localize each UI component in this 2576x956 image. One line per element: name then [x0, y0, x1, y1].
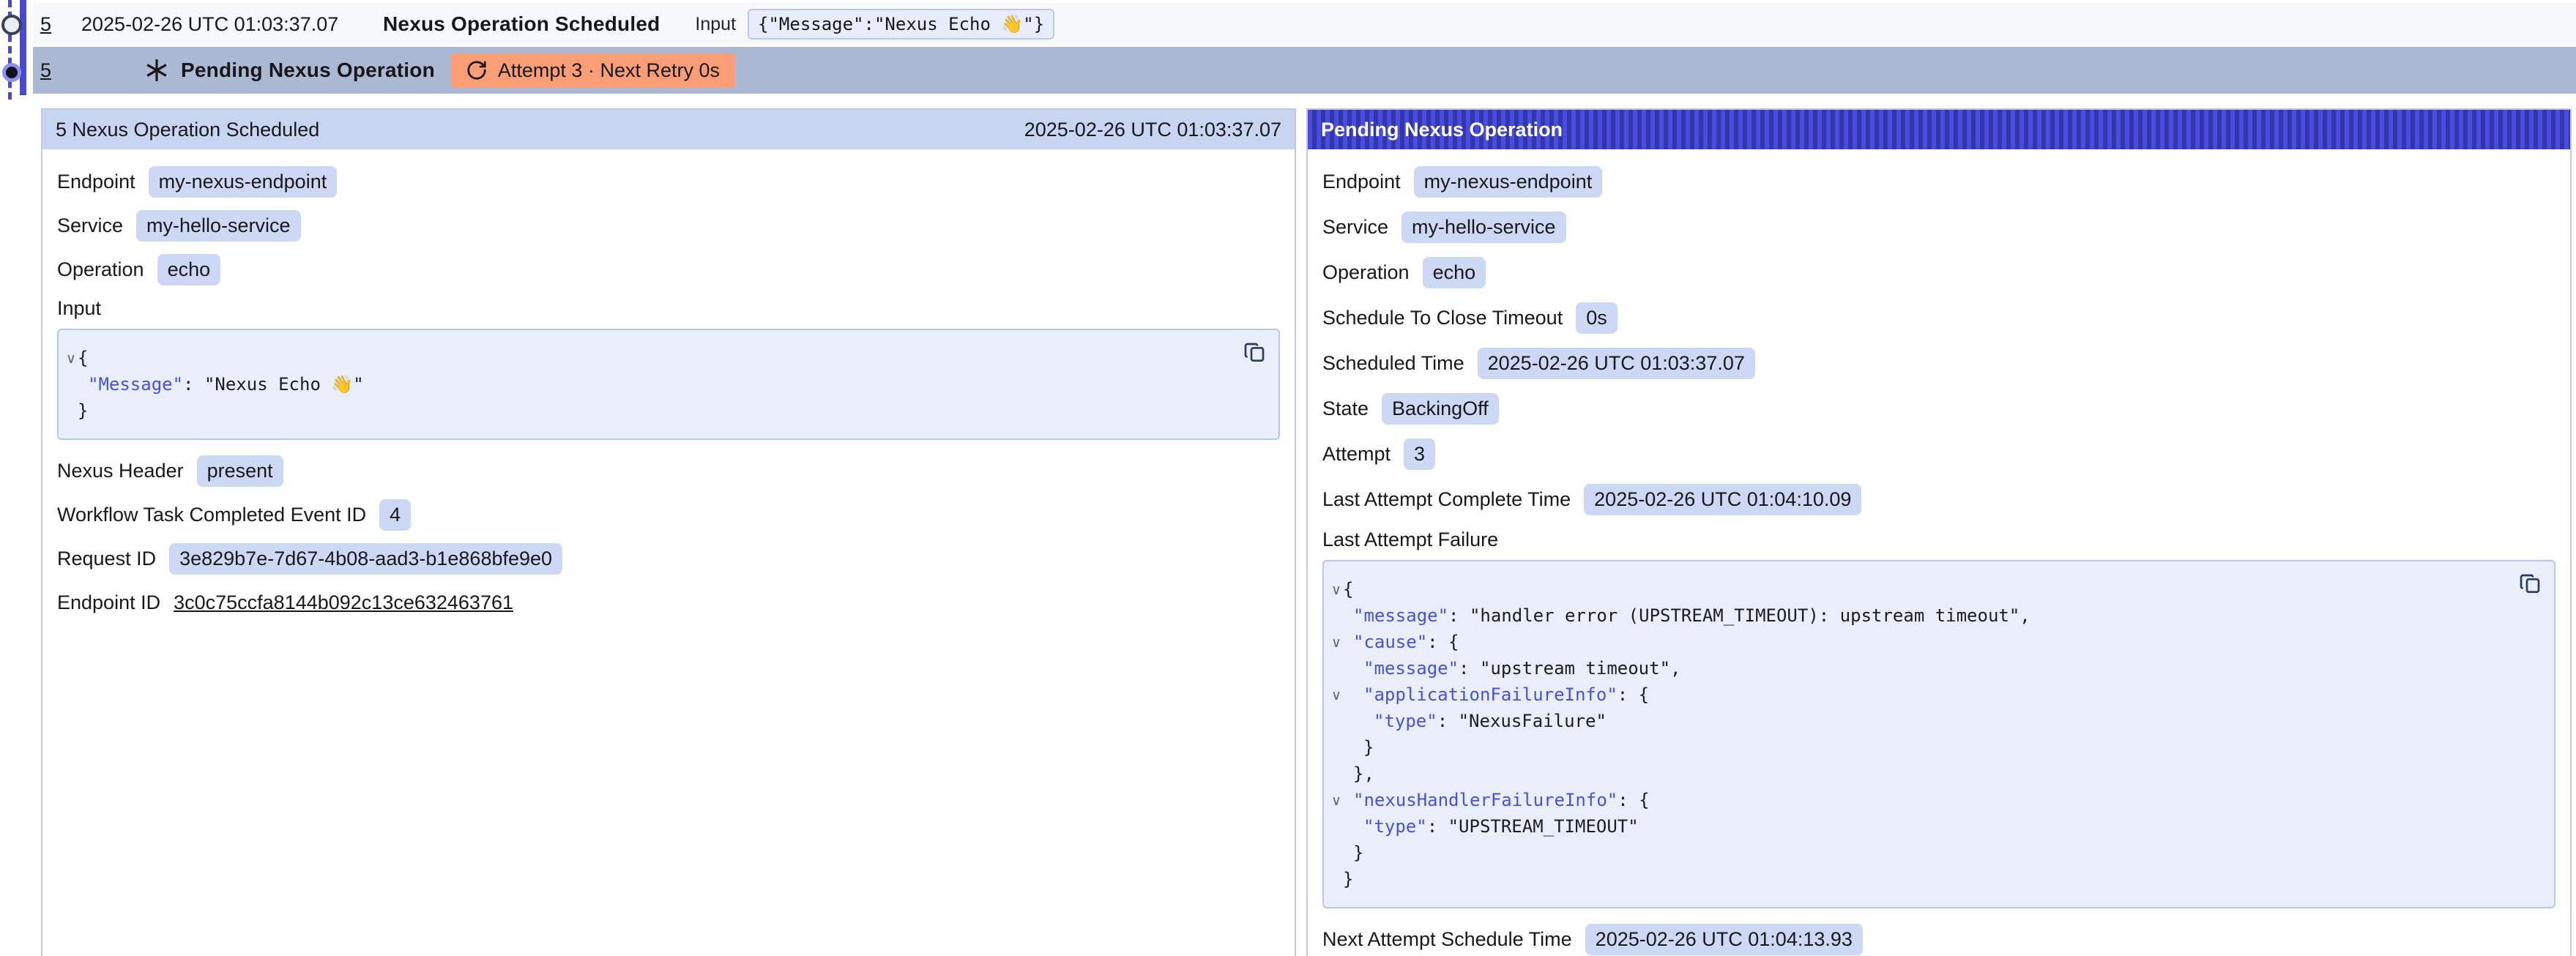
field-value-link[interactable]: 3c0c75ccfa8144b092c13ce632463761 [174, 591, 513, 614]
detail-field: Attempt 3 [1322, 438, 2555, 470]
json-line: ∨"cause": { [1324, 629, 2495, 655]
json-line: } [1324, 734, 2495, 761]
panel-right-header: Pending Nexus Operation [1308, 110, 2570, 149]
field-label: Service [1322, 216, 1388, 239]
detail-field: Operation echo [1322, 256, 2555, 288]
event-input-preview-chip: {"Message":"Nexus Echo 👋"} [748, 9, 1054, 40]
detail-field: Next Attempt Schedule Time 2025-02-26 UTC… [1322, 923, 2555, 955]
field-value-badge: 2025-02-26 UTC 01:03:37.07 [1478, 348, 1755, 379]
detail-field: Scheduled Time 2025-02-26 UTC 01:03:37.07 [1322, 347, 2555, 379]
event-timestamp: 2025-02-26 UTC 01:03:37.07 [81, 13, 354, 36]
field-label: Last Attempt Complete Time [1322, 488, 1571, 511]
field-label: Attempt [1322, 443, 1391, 466]
json-line: }, [1324, 761, 2495, 787]
detail-field: Nexus Header present [57, 455, 1280, 487]
field-label: Operation [57, 258, 144, 281]
copy-button[interactable] [1242, 340, 1267, 367]
detail-field: Operation echo [57, 253, 1280, 285]
timeline-node-current-icon [2, 63, 21, 82]
event-row-nexus-operation-scheduled[interactable]: 5 2025-02-26 UTC 01:03:37.07 Nexus Opera… [33, 3, 2576, 45]
panel-pending-nexus-operation: Pending Nexus Operation Endpoint my-nexus… [1306, 108, 2572, 956]
chevron-down-icon[interactable]: ∨ [1331, 630, 1341, 656]
event-title: Nexus Operation Scheduled [383, 12, 660, 36]
input-json-block: ∨{"Message": "Nexus Echo 👋"} [57, 329, 1280, 440]
detail-field: Endpoint my-nexus-endpoint [1322, 165, 2555, 198]
field-value-badge: present [197, 455, 283, 487]
input-block-label: Input [57, 297, 1280, 320]
panel-left-timestamp: 2025-02-26 UTC 01:03:37.07 [1024, 119, 1281, 141]
field-value-badge: my-hello-service [1401, 212, 1566, 243]
json-line: ∨"nexusHandlerFailureInfo": { [1324, 787, 2495, 813]
json-line: ∨"applicationFailureInfo": { [1324, 681, 2495, 708]
field-value-badge: echo [1423, 257, 1486, 288]
detail-field: Service my-hello-service [1322, 211, 2555, 243]
chevron-down-icon[interactable]: ∨ [66, 346, 76, 372]
retry-icon [466, 59, 488, 81]
field-label: Endpoint [57, 171, 135, 193]
timeline-node-open-icon [1, 15, 22, 35]
event-row-pending-nexus-operation[interactable]: 5 Pending Nexus Operation Attempt 3 · Ne… [33, 47, 2576, 94]
timeline-active-bar [20, 0, 26, 95]
event-id-link[interactable]: 5 [40, 59, 72, 82]
field-value-badge: 3 [1404, 438, 1435, 470]
json-line: "type": "NexusFailure" [1324, 708, 2495, 734]
field-label: State [1322, 397, 1369, 420]
json-line: } [1324, 840, 2495, 866]
json-line: "message": "handler error (UPSTREAM_TIME… [1324, 602, 2495, 629]
field-value-badge: 0s [1576, 302, 1618, 334]
field-value-badge: my-nexus-endpoint [149, 166, 338, 198]
detail-field: Request ID 3e829b7e-7d67-4b08-aad3-b1e868… [57, 542, 1280, 575]
field-label: Request ID [57, 548, 156, 570]
panel-left-header: 5 Nexus Operation Scheduled 2025-02-26 U… [42, 110, 1295, 149]
failure-json-block: ∨{"message": "handler error (UPSTREAM_TI… [1322, 560, 2555, 908]
field-label: Endpoint [1322, 171, 1401, 193]
json-line: "message": "upstream timeout", [1324, 655, 2495, 681]
chevron-down-icon[interactable]: ∨ [1331, 577, 1341, 603]
field-label: Endpoint ID [57, 591, 160, 614]
field-label: Service [57, 214, 123, 237]
field-value-badge: 2025-02-26 UTC 01:04:10.09 [1584, 484, 1861, 515]
field-label: Workflow Task Completed Event ID [57, 504, 366, 526]
panel-nexus-operation-scheduled: 5 Nexus Operation Scheduled 2025-02-26 U… [41, 108, 1296, 956]
detail-field: Service my-hello-service [57, 209, 1280, 242]
event-input-label: Input [695, 14, 736, 35]
copy-button[interactable] [2517, 572, 2542, 598]
json-line: "type": "UPSTREAM_TIMEOUT" [1324, 813, 2495, 840]
field-value-badge: 4 [379, 499, 411, 531]
json-line: } [1324, 866, 2495, 892]
attempt-retry-text: Attempt 3 · Next Retry 0s [498, 59, 720, 82]
field-value-badge: BackingOff [1382, 393, 1499, 425]
field-value-badge: my-hello-service [136, 210, 301, 242]
field-label: Next Attempt Schedule Time [1322, 928, 1572, 951]
field-label: Operation [1322, 261, 1410, 284]
chevron-down-icon[interactable]: ∨ [1331, 788, 1341, 814]
field-value-badge: 3e829b7e-7d67-4b08-aad3-b1e868bfe9e0 [169, 543, 562, 575]
detail-field: Endpoint my-nexus-endpoint [57, 165, 1280, 198]
event-id-link[interactable]: 5 [40, 13, 72, 36]
field-value-badge: my-nexus-endpoint [1414, 166, 1603, 198]
field-value-badge: 2025-02-26 UTC 01:04:13.93 [1585, 924, 1863, 955]
panel-left-title: 5 Nexus Operation Scheduled [56, 119, 319, 141]
field-label: Scheduled Time [1322, 352, 1464, 375]
detail-field: State BackingOff [1322, 392, 2555, 425]
pending-asterisk-icon [144, 58, 169, 83]
json-line: "Message": "Nexus Echo 👋" [59, 371, 1220, 397]
detail-field: Last Attempt Complete Time 2025-02-26 UTC… [1322, 483, 2555, 515]
field-label: Nexus Header [57, 460, 184, 482]
pending-event-title: Pending Nexus Operation [181, 59, 435, 82]
detail-field: Workflow Task Completed Event ID 4 [57, 498, 1280, 531]
json-line: ∨{ [1324, 576, 2495, 602]
attempt-retry-badge: Attempt 3 · Next Retry 0s [451, 53, 734, 88]
detail-field: Schedule To Close Timeout 0s [1322, 302, 2555, 334]
failure-block-label: Last Attempt Failure [1322, 529, 2555, 551]
json-line: } [59, 397, 1220, 424]
panel-right-title: Pending Nexus Operation [1321, 119, 1563, 141]
field-value-badge: echo [157, 254, 221, 285]
chevron-down-icon[interactable]: ∨ [1331, 682, 1341, 709]
field-label: Schedule To Close Timeout [1322, 307, 1563, 329]
detail-field: Endpoint ID 3c0c75ccfa8144b092c13ce632463… [57, 586, 1280, 619]
json-line: ∨{ [59, 345, 1220, 371]
